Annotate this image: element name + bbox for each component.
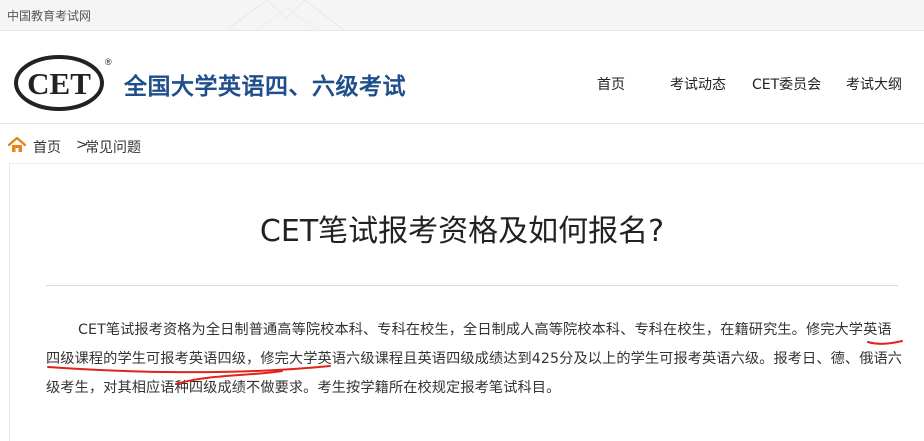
nav-exam-news[interactable]: 考试动态 [670,74,726,94]
cet-logo[interactable]: CET ® [14,53,114,111]
svg-text:®: ® [105,57,112,67]
article-body: CET笔试报考资格为全日制普通高等院校本科、专科在校生，全日制成人高等院校本科、… [46,316,904,403]
home-icon[interactable] [8,137,26,153]
nav-cet-committee[interactable]: CET委员会 [752,74,821,94]
breadcrumb-home[interactable]: 首页 [33,137,61,157]
nav-home[interactable]: 首页 [597,74,625,94]
title-divider [46,285,898,286]
svg-text:CET: CET [27,66,91,101]
site-title[interactable]: 全国大学英语四、六级考试 [124,67,406,101]
article-title: CET笔试报考资格及如何报名? [259,214,665,249]
top-bar: 中国教育考试网 [0,0,924,31]
breadcrumb-current[interactable]: 常见问题 [85,137,141,157]
site-header: CET ® 全国大学英语四、六级考试 首页 考试动态 CET委员会 考试大纲 [0,31,924,124]
nav-syllabus[interactable]: 考试大纲 [846,74,902,94]
eligibility-text: CET笔试报考资格为全日制普通高等院校本科、专科在校生，全日制成人高等院校本科、… [78,322,806,338]
site-link[interactable]: 中国教育考试网 [7,7,91,24]
background-decoration [225,0,345,31]
